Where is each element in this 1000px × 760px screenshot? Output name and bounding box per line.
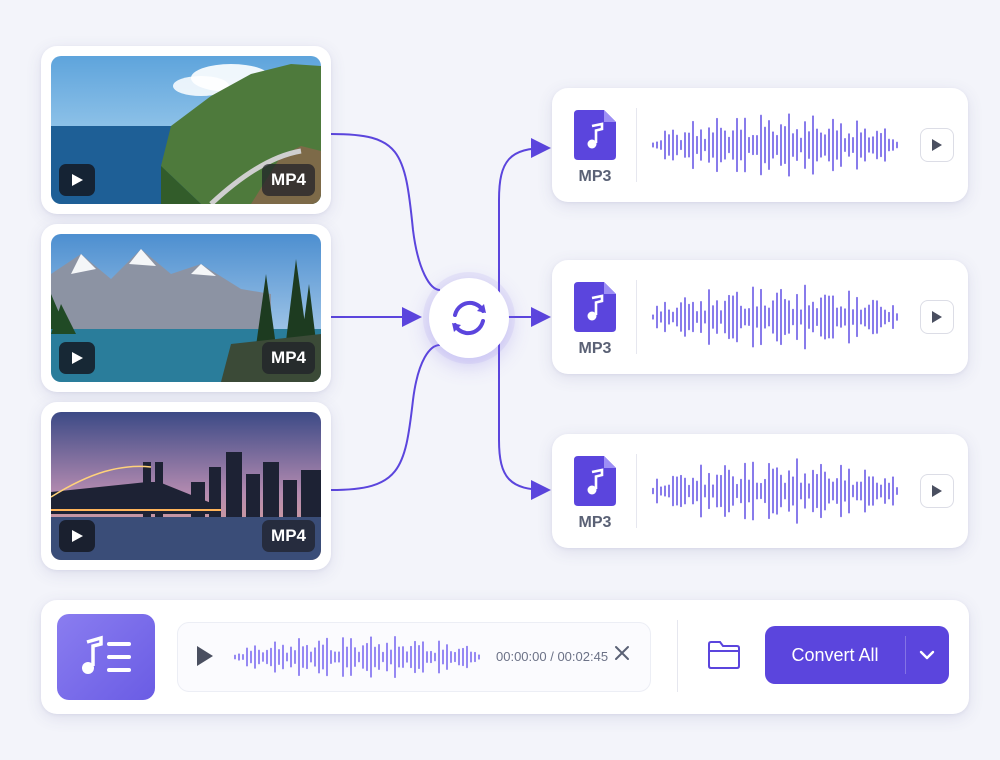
format-badge: MP4 bbox=[262, 520, 315, 552]
video-thumbnail-mountain: MP4 bbox=[51, 234, 321, 382]
video-card-2[interactable]: MP4 bbox=[41, 224, 331, 392]
audio-output-1: MP3 bbox=[552, 88, 968, 202]
audio-output-3: MP3 bbox=[552, 434, 968, 548]
play-icon bbox=[932, 139, 942, 151]
divider bbox=[677, 620, 678, 692]
video-thumbnail-city: MP4 bbox=[51, 412, 321, 560]
sync-icon bbox=[452, 300, 486, 336]
convert-all-button[interactable]: Convert All bbox=[765, 626, 949, 684]
format-label: MP3 bbox=[578, 514, 612, 531]
play-icon bbox=[72, 174, 83, 186]
playback-time: 00:00:00 / 00:02:45 bbox=[496, 649, 609, 664]
play-icon bbox=[72, 352, 83, 364]
format-badge: MP4 bbox=[262, 342, 315, 374]
video-play-button[interactable] bbox=[59, 520, 95, 552]
audio-player: 00:00:00 / 00:02:45 bbox=[177, 622, 651, 692]
video-card-3[interactable]: MP4 bbox=[41, 402, 331, 570]
convert-hub[interactable] bbox=[429, 278, 509, 358]
video-play-button[interactable] bbox=[59, 342, 95, 374]
divider bbox=[636, 108, 637, 182]
video-card-1[interactable]: MP4 bbox=[41, 46, 331, 214]
audio-play-button[interactable] bbox=[920, 474, 954, 508]
play-icon bbox=[932, 485, 942, 497]
music-file-icon bbox=[574, 282, 616, 332]
play-icon[interactable] bbox=[196, 645, 214, 667]
play-icon bbox=[932, 311, 942, 323]
play-icon bbox=[72, 530, 83, 542]
close-icon[interactable] bbox=[614, 645, 630, 661]
video-thumbnail-coastal: MP4 bbox=[51, 56, 321, 204]
audio-waveform bbox=[652, 284, 898, 350]
divider bbox=[636, 280, 637, 354]
audio-play-button[interactable] bbox=[920, 128, 954, 162]
convert-all-label: Convert All bbox=[791, 645, 879, 665]
music-file-icon bbox=[574, 110, 616, 160]
audio-waveform bbox=[652, 458, 898, 524]
format-label: MP3 bbox=[578, 340, 612, 357]
format-label: MP3 bbox=[578, 168, 612, 185]
video-play-button[interactable] bbox=[59, 164, 95, 196]
audio-waveform bbox=[652, 113, 898, 177]
music-file-icon bbox=[574, 456, 616, 506]
music-playlist-tile[interactable] bbox=[57, 614, 155, 700]
convert-options-dropdown[interactable] bbox=[905, 626, 949, 684]
format-badge: MP4 bbox=[262, 164, 315, 196]
chevron-down-icon bbox=[919, 650, 935, 660]
divider bbox=[636, 454, 637, 528]
music-playlist-icon bbox=[82, 635, 131, 674]
audio-output-2: MP3 bbox=[552, 260, 968, 374]
player-waveform[interactable] bbox=[234, 635, 484, 679]
folder-icon[interactable] bbox=[707, 640, 741, 670]
bottom-toolbar: 00:00:00 / 00:02:45 Convert All bbox=[41, 600, 969, 714]
audio-play-button[interactable] bbox=[920, 300, 954, 334]
